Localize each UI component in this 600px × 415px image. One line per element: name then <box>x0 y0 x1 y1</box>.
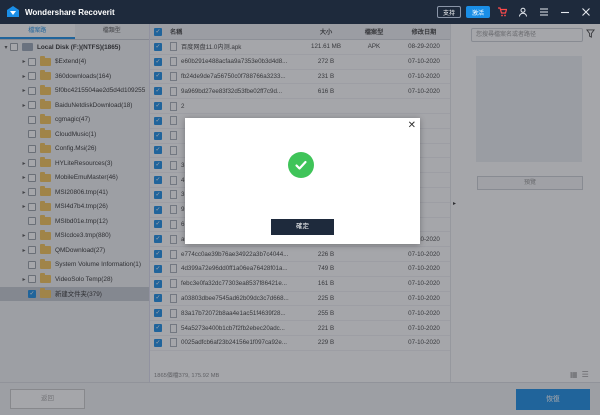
close-icon[interactable]: ✕ <box>408 120 416 131</box>
minimize-icon[interactable] <box>558 5 572 19</box>
title-bar: Wondershare Recoverit 支持 激活 <box>0 0 600 24</box>
ok-button[interactable]: 確定 <box>271 219 334 235</box>
menu-icon[interactable] <box>537 5 551 19</box>
register-button[interactable]: 激活 <box>465 6 490 18</box>
support-button[interactable]: 支持 <box>436 6 461 18</box>
user-icon[interactable] <box>516 5 530 19</box>
check-circle-icon <box>288 152 314 178</box>
app-logo-icon <box>7 6 19 17</box>
app-title: Wondershare Recoverit <box>25 7 115 17</box>
cart-icon[interactable] <box>495 5 509 19</box>
success-dialog: ✕ 確定 <box>185 118 420 244</box>
window-close-icon[interactable] <box>579 5 593 19</box>
